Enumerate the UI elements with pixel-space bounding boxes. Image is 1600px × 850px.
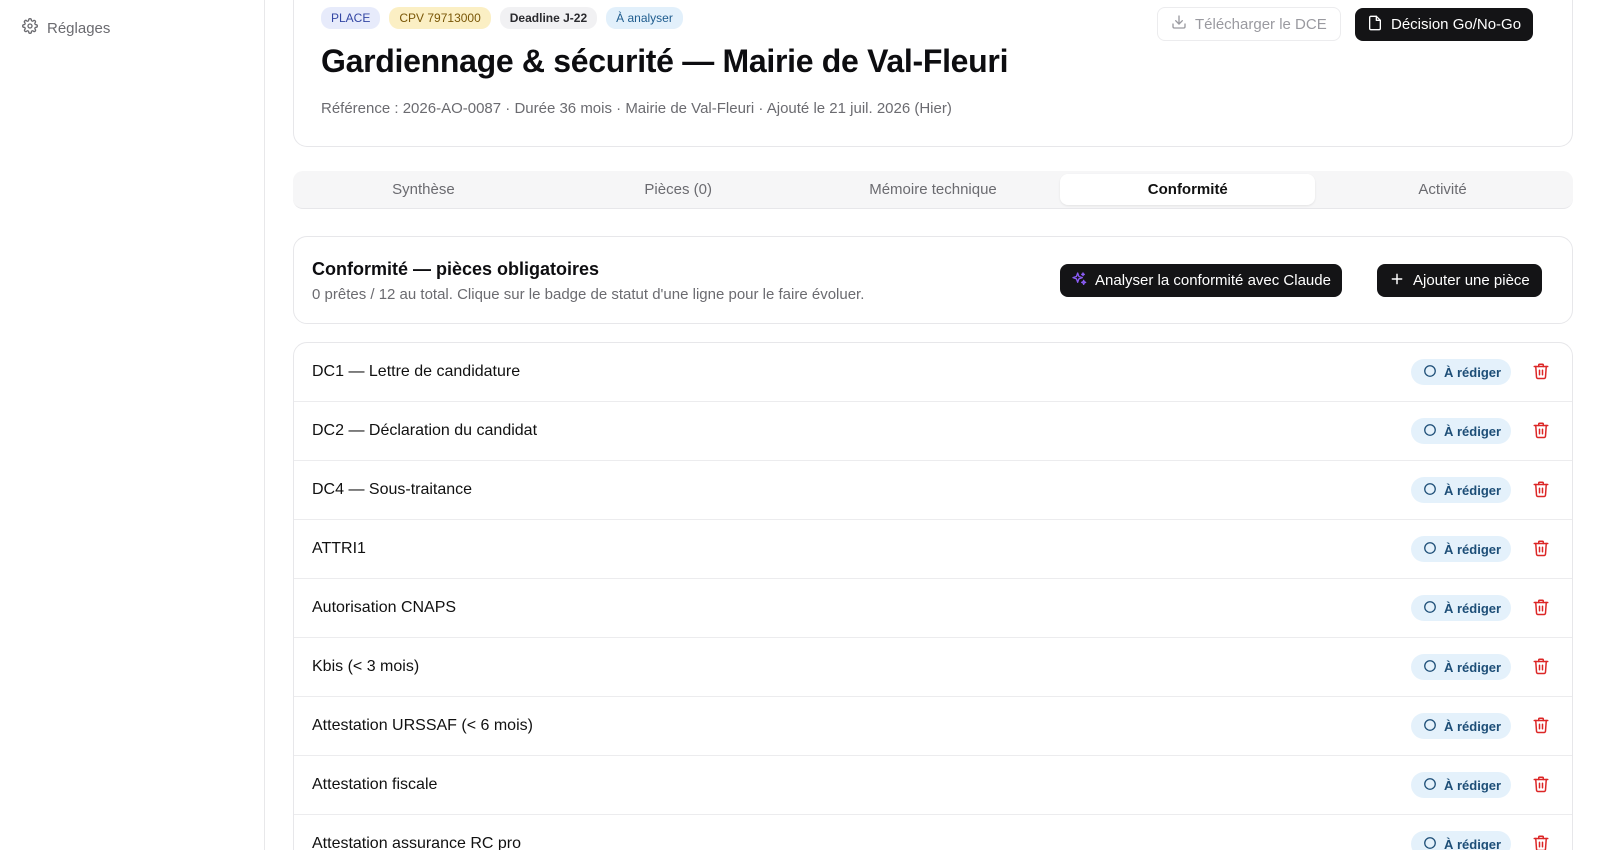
piece-status-badge[interactable]: À rédiger: [1411, 831, 1512, 850]
trash-icon[interactable]: [1532, 598, 1552, 618]
add-piece-label: Ajouter une pièce: [1413, 272, 1530, 289]
gear-icon: [22, 18, 38, 38]
piece-status-label: À rédiger: [1444, 836, 1502, 850]
list-item: Kbis (< 3 mois) À rédiger: [294, 638, 1572, 697]
trash-icon[interactable]: [1532, 480, 1552, 500]
piece-status-label: À rédiger: [1444, 659, 1502, 675]
piece-status-badge[interactable]: À rédiger: [1411, 595, 1512, 621]
piece-status-label: À rédiger: [1444, 482, 1502, 498]
platform-badge: PLACE: [321, 7, 381, 29]
piece-name: DC1 — Lettre de candidature: [312, 363, 521, 380]
compliance-header-card: Conformité — pièces obligatoires 0 prête…: [293, 236, 1573, 324]
circle-icon: [1423, 659, 1437, 676]
circle-icon: [1423, 777, 1437, 794]
piece-status-badge[interactable]: À rédiger: [1411, 477, 1512, 503]
circle-icon: [1423, 423, 1437, 440]
piece-name: ATTRI1: [312, 540, 366, 557]
trash-icon[interactable]: [1532, 775, 1552, 795]
piece-status-label: À rédiger: [1444, 600, 1502, 616]
trash-icon[interactable]: [1532, 362, 1552, 382]
analyse-compliance-label: Analyser la conformité avec Claude: [1095, 272, 1331, 289]
download-icon: [1171, 14, 1187, 34]
piece-status-badge[interactable]: À rédiger: [1411, 359, 1512, 385]
circle-icon: [1423, 836, 1437, 850]
cpv-badge: CPV 79713000: [389, 7, 491, 29]
page-title: Gardiennage & sécurité — Mairie de Val-F…: [321, 43, 1009, 79]
tab-activite[interactable]: Activité: [1315, 174, 1570, 205]
list-item: Attestation URSSAF (< 6 mois) À rédiger: [294, 697, 1572, 756]
list-item: Attestation assurance RC pro À rédiger: [294, 815, 1572, 850]
list-item: Autorisation CNAPS À rédiger: [294, 579, 1572, 638]
list-item: DC4 — Sous-traitance À rédiger: [294, 461, 1572, 520]
piece-name: DC4 — Sous-traitance: [312, 481, 473, 498]
list-item: Attestation fiscale À rédiger: [294, 756, 1572, 815]
add-piece-button[interactable]: Ajouter une pièce: [1377, 264, 1542, 297]
piece-name: Attestation assurance RC pro: [312, 835, 521, 850]
trash-icon[interactable]: [1532, 421, 1552, 441]
tender-meta: Référence : 2026-AO-0087 · Durée 36 mois…: [321, 100, 952, 117]
sparkles-icon: [1071, 271, 1087, 291]
sidebar: Réglages: [0, 0, 265, 850]
download-dce-button[interactable]: Télécharger le DCE: [1157, 7, 1341, 41]
piece-name: Attestation URSSAF (< 6 mois): [312, 717, 533, 734]
sidebar-item-settings[interactable]: Réglages: [22, 18, 110, 38]
tab-conformite[interactable]: Conformité: [1060, 174, 1316, 205]
piece-status-label: À rédiger: [1444, 541, 1502, 557]
trash-icon[interactable]: [1532, 539, 1552, 559]
go-no-go-decision-button[interactable]: Décision Go/No-Go: [1355, 8, 1534, 41]
piece-status-label: À rédiger: [1444, 718, 1502, 734]
trash-icon[interactable]: [1532, 716, 1552, 736]
circle-icon: [1423, 718, 1437, 735]
piece-name: Autorisation CNAPS: [312, 599, 457, 616]
tab-bar: Synthèse Pièces (0) Mémoire technique Co…: [293, 171, 1573, 209]
decision-label: Décision Go/No-Go: [1391, 16, 1522, 33]
piece-status-badge[interactable]: À rédiger: [1411, 713, 1512, 739]
status-badge: À analyser: [606, 7, 683, 29]
list-item: ATTRI1 À rédiger: [294, 520, 1572, 579]
piece-status-label: À rédiger: [1444, 777, 1502, 793]
circle-icon: [1423, 600, 1437, 617]
piece-status-badge[interactable]: À rédiger: [1411, 536, 1512, 562]
piece-status-label: À rédiger: [1444, 423, 1502, 439]
piece-status-badge[interactable]: À rédiger: [1411, 654, 1512, 680]
document-icon: [1367, 15, 1383, 35]
piece-name: DC2 — Déclaration du candidat: [312, 422, 538, 439]
analyse-compliance-button[interactable]: Analyser la conformité avec Claude: [1060, 264, 1342, 297]
piece-name: Attestation fiscale: [312, 776, 438, 793]
compliance-subtitle: 0 prêtes / 12 au total. Clique sur le ba…: [312, 286, 865, 303]
piece-status-badge[interactable]: À rédiger: [1411, 418, 1512, 444]
tab-synthese[interactable]: Synthèse: [296, 174, 551, 205]
circle-icon: [1423, 541, 1437, 558]
sidebar-item-label: Réglages: [47, 19, 111, 37]
trash-icon[interactable]: [1532, 834, 1552, 850]
circle-icon: [1423, 364, 1437, 381]
list-item: DC2 — Déclaration du candidat À rédiger: [294, 402, 1572, 461]
trash-icon[interactable]: [1532, 657, 1552, 677]
tab-pieces[interactable]: Pièces (0): [551, 174, 806, 205]
tender-badges: PLACE CPV 79713000 Deadline J-22 À analy…: [321, 7, 683, 29]
deadline-badge: Deadline J-22: [499, 7, 598, 29]
piece-name: Kbis (< 3 mois): [312, 658, 420, 675]
compliance-list: DC1 — Lettre de candidature À rédiger DC…: [293, 342, 1573, 850]
list-item: DC1 — Lettre de candidature À rédiger: [294, 343, 1572, 402]
plus-icon: [1389, 271, 1405, 291]
piece-status-label: À rédiger: [1444, 364, 1502, 380]
download-dce-label: Télécharger le DCE: [1195, 15, 1327, 33]
tab-memoire-technique[interactable]: Mémoire technique: [806, 174, 1061, 205]
circle-icon: [1423, 482, 1437, 499]
piece-status-badge[interactable]: À rédiger: [1411, 772, 1512, 798]
compliance-title: Conformité — pièces obligatoires: [312, 259, 600, 279]
